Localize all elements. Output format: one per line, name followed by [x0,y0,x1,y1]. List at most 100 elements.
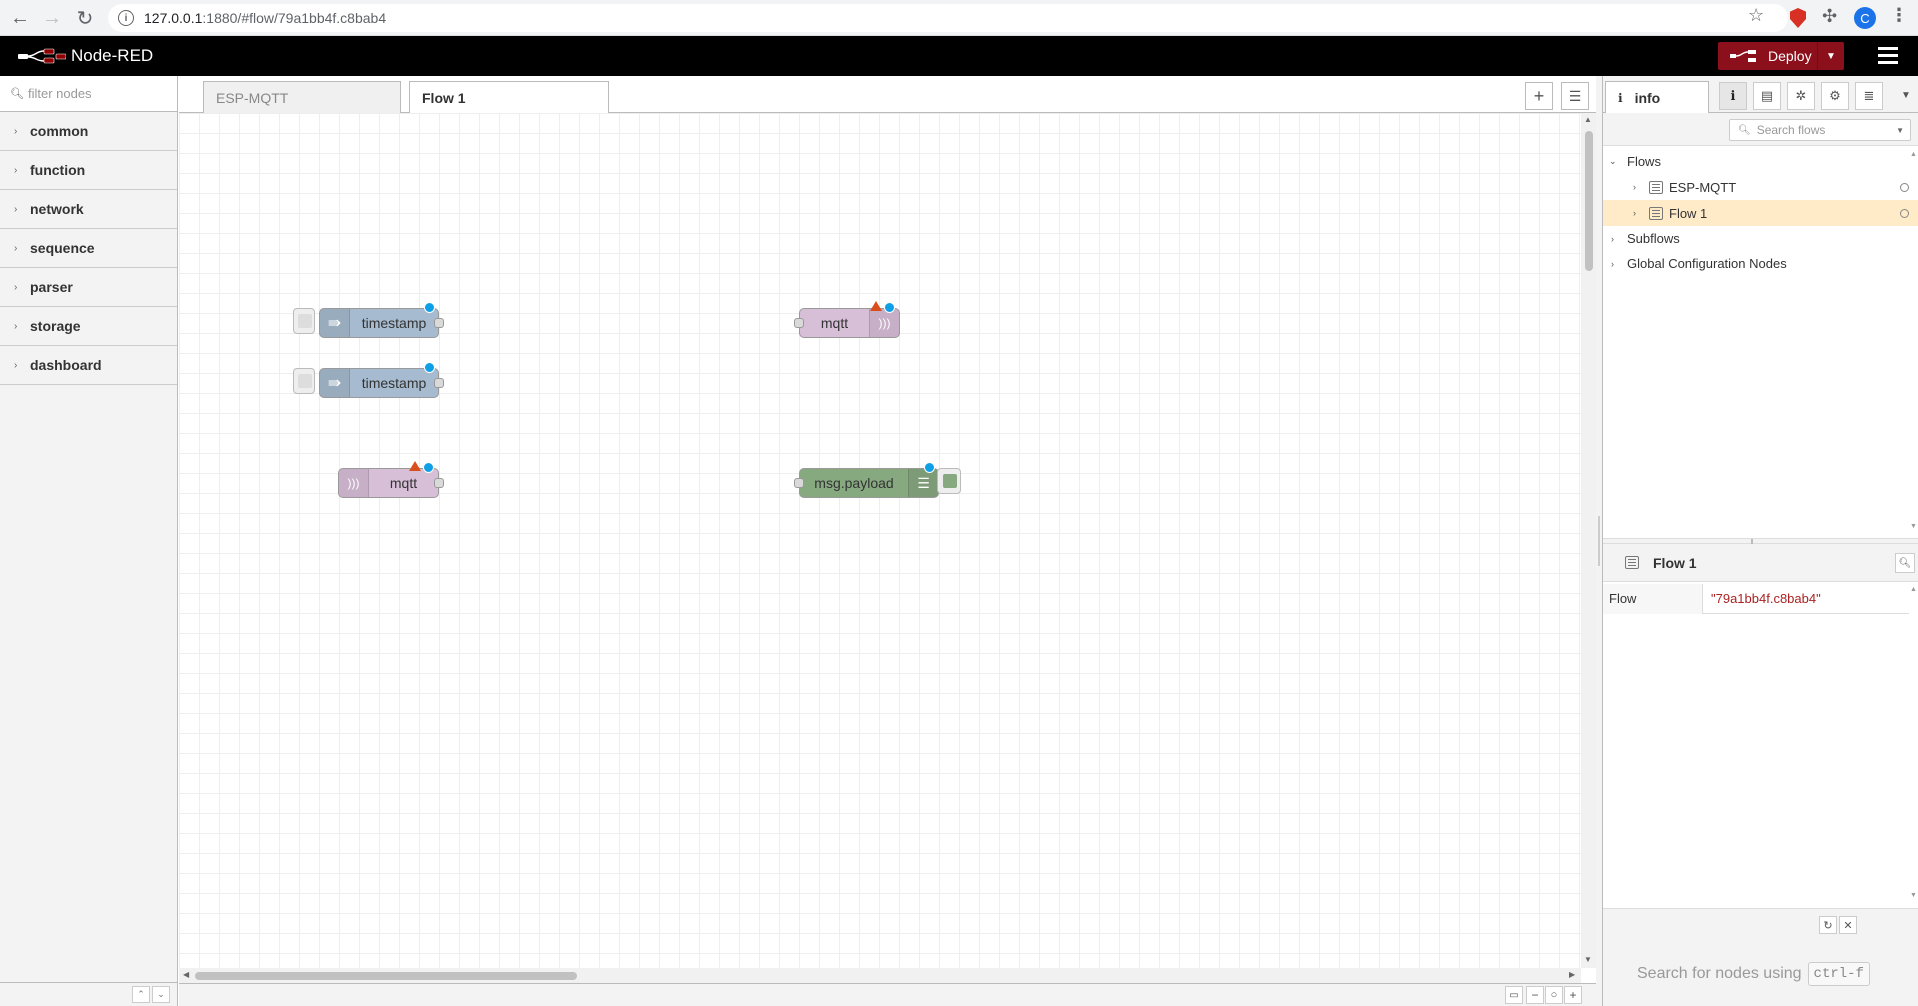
canvas-vertical-scrollbar[interactable]: ▲ ▼ [1581,113,1596,968]
tree-flows-group[interactable]: ⌄ Flows [1603,149,1918,174]
chevron-down-icon[interactable]: ⌄ [1609,156,1617,167]
scroll-up-icon[interactable]: ▲ [1910,586,1917,593]
outliner-tree: ⌄ Flows › ESP-MQTT › Flow 1 › Subflows ›… [1603,149,1918,534]
changed-indicator-icon [424,362,435,373]
list-flows-icon[interactable]: ☰ [1561,82,1589,110]
tab-esp-mqtt[interactable]: ESP-MQTT [203,81,401,113]
flow-enabled-circle-icon[interactable] [1900,182,1909,192]
extension-shield-icon[interactable] [1790,8,1806,28]
palette-category-sequence[interactable]: › sequence [0,229,177,268]
tree-label: Global Configuration Nodes [1627,256,1787,271]
chevron-right-icon[interactable]: › [1633,182,1636,192]
tree-flow-esp-mqtt[interactable]: › ESP-MQTT [1603,174,1918,200]
main-menu-icon[interactable] [1878,47,1898,65]
tree-label: Flow 1 [1669,205,1708,221]
expand-all-icon[interactable]: ⌄ [152,986,170,1003]
search-options-caret-icon[interactable]: ▼ [1896,126,1904,135]
help-book-icon[interactable]: ▤ [1753,82,1781,110]
tree-scrollbar[interactable]: ▲ ▼ [1909,149,1918,534]
palette-category-parser[interactable]: › parser [0,268,177,307]
category-label: parser [30,279,73,295]
tab-label: info [1634,90,1661,106]
tab-flow-1[interactable]: Flow 1 [409,81,609,114]
profile-avatar[interactable]: C [1854,7,1876,29]
chevron-right-icon[interactable]: › [1611,259,1614,269]
scroll-thumb[interactable] [195,972,577,980]
deploy-main-button[interactable]: Deploy [1718,42,1818,70]
flow-enabled-circle-icon[interactable] [1900,208,1909,218]
chevron-right-icon[interactable]: › [1611,234,1614,244]
zoom-out-button[interactable]: − [1526,986,1544,1004]
address-bar[interactable]: i 127.0.0.1:1880/#flow/79a1bb4f.c8bab4 [108,4,1788,32]
output-port[interactable] [434,318,444,328]
info-icon: ℹ [1618,91,1623,105]
config-gear-icon[interactable]: ⚙ [1821,82,1849,110]
browser-menu-icon[interactable]: ⋮ [1890,5,1908,26]
mqtt-out-node[interactable]: ))) mqtt [338,461,444,498]
inject-trigger-button[interactable] [293,308,315,334]
chevron-right-icon[interactable]: › [1633,208,1636,218]
scroll-up-icon[interactable]: ▲ [1910,151,1917,158]
inject-trigger-button[interactable] [293,368,315,394]
properties-scrollbar[interactable]: ▲ ▼ [1909,584,1918,904]
palette-search[interactable]: 🔍︎ filter nodes [0,76,177,112]
palette-category-dashboard[interactable]: › dashboard [0,346,177,385]
output-port[interactable] [434,478,444,488]
forward-button[interactable]: → [34,0,70,36]
palette-category-storage[interactable]: › storage [0,307,177,346]
sidebar-tab-menu-caret-icon[interactable]: ▼ [1901,90,1911,101]
search-icon[interactable]: 🔍︎ [1895,553,1915,573]
inject-node[interactable]: ⇛ timestamp [319,362,444,398]
canvas-horizontal-scrollbar[interactable]: ◀ ▶ [179,968,1581,983]
debug-node[interactable]: msg.payload ☰ [794,462,939,498]
flow-canvas[interactable]: ⇛ timestamp ⇛ timestamp ))) mqtt mqtt ))… [179,113,1581,968]
navigator-map-icon[interactable]: ▭ [1505,986,1523,1004]
list-icon: ☰ [908,469,938,497]
palette-search-input[interactable]: filter nodes [28,86,92,101]
site-info-icon[interactable]: i [118,10,134,26]
zoom-in-button[interactable]: + [1564,986,1582,1004]
mqtt-in-node[interactable]: mqtt ))) [794,301,900,338]
debug-toggle-button[interactable] [937,468,961,494]
chevron-right-icon: › [14,125,18,137]
workspace-footer: ▭ − ○ + [179,983,1596,1006]
properties-table: Flow "79a1bb4f.c8bab4" [1603,583,1909,614]
tree-flow-flow-1[interactable]: › Flow 1 [1603,200,1918,226]
palette-category-network[interactable]: › network [0,190,177,229]
tree-global-config-group[interactable]: › Global Configuration Nodes [1603,251,1918,276]
scroll-down-icon[interactable]: ▼ [1910,892,1917,899]
search-icon: 🔍︎ [10,88,24,100]
zoom-reset-button[interactable]: ○ [1545,986,1563,1004]
input-port[interactable] [794,318,804,328]
search-flows-input[interactable]: 🔍︎ Search flows ▼ [1729,119,1911,141]
reload-button[interactable]: ↻ [67,0,103,36]
palette-category-common[interactable]: › common [0,112,177,151]
palette-footer: ⌃ ⌄ [0,982,177,1006]
category-label: storage [30,318,81,334]
refresh-tip-icon[interactable]: ↻ [1819,916,1837,934]
tab-info[interactable]: ℹ info [1605,81,1709,114]
debug-bug-icon[interactable]: ✲ [1787,82,1815,110]
context-data-icon[interactable]: ≣ [1855,82,1883,110]
input-port[interactable] [794,478,804,488]
add-flow-button[interactable]: + [1525,82,1553,110]
scroll-down-icon[interactable]: ▼ [1584,955,1592,964]
scroll-right-icon[interactable]: ▶ [1569,970,1575,979]
scroll-up-icon[interactable]: ▲ [1584,115,1592,124]
property-value[interactable]: "79a1bb4f.c8bab4" [1703,591,1821,606]
output-port[interactable] [434,378,444,388]
scroll-down-icon[interactable]: ▼ [1910,523,1917,530]
info-tab-icon[interactable]: ℹ [1719,82,1747,110]
close-icon[interactable]: ✕ [1839,916,1857,934]
extensions-puzzle-icon[interactable]: ✣ [1822,6,1837,27]
scroll-left-icon[interactable]: ◀ [183,970,189,979]
palette-category-function[interactable]: › function [0,151,177,190]
deploy-options-caret-icon[interactable]: ▼ [1818,51,1844,62]
collapse-all-icon[interactable]: ⌃ [132,986,150,1003]
deploy-button[interactable]: Deploy ▼ [1718,42,1844,70]
bookmark-star-icon[interactable]: ☆ [1748,5,1764,26]
tree-subflows-group[interactable]: › Subflows [1603,226,1918,251]
inject-node[interactable]: ⇛ timestamp [319,302,444,338]
back-button[interactable]: ← [2,0,38,36]
scroll-thumb[interactable] [1585,131,1593,271]
